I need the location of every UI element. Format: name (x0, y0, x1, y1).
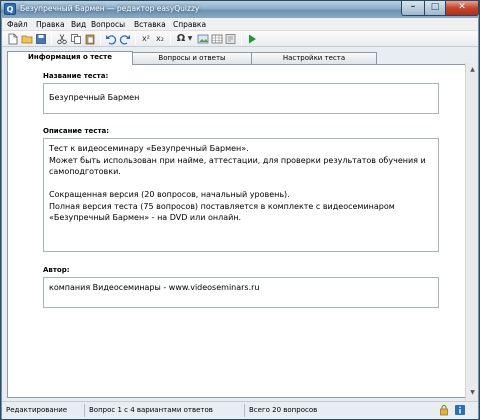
window-title: Безупречный Бармен — редактор easyQuizzy (20, 4, 200, 13)
test-description-label: Описание теста: (43, 127, 110, 135)
vertical-scrollbar[interactable]: ▲ ▼ (465, 63, 478, 401)
toolbar-separator (135, 33, 136, 45)
test-name-label: Название теста: (43, 72, 109, 80)
image-icon[interactable] (197, 33, 209, 45)
tab-questions-answers[interactable]: Вопросы и ответы (132, 52, 252, 64)
tab-test-settings[interactable]: Настройки теста (251, 52, 377, 64)
toolbar-separator (100, 33, 101, 45)
test-name-input[interactable]: Безупречный Бармен (43, 83, 439, 114)
author-input[interactable]: компания Видеосеминары - www.videosemina… (43, 277, 439, 308)
menu-file[interactable]: Файл (7, 20, 28, 29)
status-divider (84, 404, 85, 417)
test-name-value: Безупречный Бармен (49, 93, 140, 102)
save-icon[interactable] (35, 33, 47, 45)
author-value: компания Видеосеминары - www.videosemina… (49, 283, 260, 292)
title-bar[interactable]: Q Безупречный Бармен — редактор easyQuiz… (1, 1, 479, 18)
table-icon[interactable] (211, 33, 223, 45)
menu-bar: Файл Правка Вид Вопросы Вставка Справка (2, 18, 478, 31)
test-description-value: Тест к видеосеминару «Безупречный Бармен… (49, 144, 426, 222)
paste-icon[interactable] (84, 33, 96, 45)
close-button[interactable]: ✕ (445, 1, 479, 16)
test-info-panel: Название теста: Безупречный Бармен Описа… (7, 64, 467, 398)
minimize-button[interactable]: – (401, 1, 425, 16)
maximize-icon: □ (430, 2, 440, 12)
minimize-icon: – (410, 2, 416, 12)
author-label: Автор: (43, 266, 70, 274)
tab-strip: Информация о тесте Вопросы и ответы Наст… (7, 51, 467, 65)
maximize-button[interactable]: □ (424, 1, 446, 16)
toolbar-separator (170, 33, 171, 45)
toolbar: x² x₂ Ω ▼ (2, 31, 478, 47)
copy-icon[interactable] (70, 33, 82, 45)
menu-edit[interactable]: Правка (36, 20, 65, 29)
status-bar: Редактирование Вопрос 1 с 4 вариантами о… (2, 401, 478, 419)
status-total: Всего 20 вопросов (249, 406, 318, 414)
play-icon[interactable] (246, 33, 258, 45)
chevron-down-icon[interactable]: ▼ (186, 33, 194, 45)
superscript-icon[interactable]: x² (140, 33, 152, 45)
open-folder-icon[interactable] (21, 33, 33, 45)
status-divider (244, 404, 245, 417)
test-description-input[interactable]: Тест к видеосеминару «Безупречный Бармен… (43, 138, 439, 252)
status-mode: Редактирование (6, 406, 68, 414)
app-logo-icon[interactable]: Q (4, 3, 16, 15)
image-settings-icon[interactable] (225, 33, 237, 45)
close-icon: ✕ (458, 2, 466, 12)
lock-icon[interactable] (438, 404, 450, 416)
redo-icon[interactable] (119, 33, 131, 45)
tab-test-info[interactable]: Информация о тесте (7, 51, 133, 65)
scroll-down-icon[interactable]: ▼ (467, 387, 478, 398)
toolbar-separator (241, 33, 242, 45)
menu-view[interactable]: Вид (71, 20, 86, 29)
menu-insert[interactable]: Вставка (134, 20, 166, 29)
subscript-icon[interactable]: x₂ (154, 33, 166, 45)
scroll-up-icon[interactable]: ▲ (467, 64, 478, 75)
cut-icon[interactable] (56, 33, 68, 45)
undo-icon[interactable] (105, 33, 117, 45)
status-question: Вопрос 1 с 4 вариантами ответов (89, 406, 213, 414)
menu-questions[interactable]: Вопросы (91, 20, 125, 29)
app-window: Q Безупречный Бармен — редактор easyQuiz… (0, 0, 480, 420)
info-icon[interactable] (454, 404, 466, 416)
menu-help[interactable]: Справка (173, 20, 206, 29)
client-area: Информация о тесте Вопросы и ответы Наст… (2, 47, 478, 401)
toolbar-separator (51, 33, 52, 45)
new-file-icon[interactable] (7, 33, 19, 45)
